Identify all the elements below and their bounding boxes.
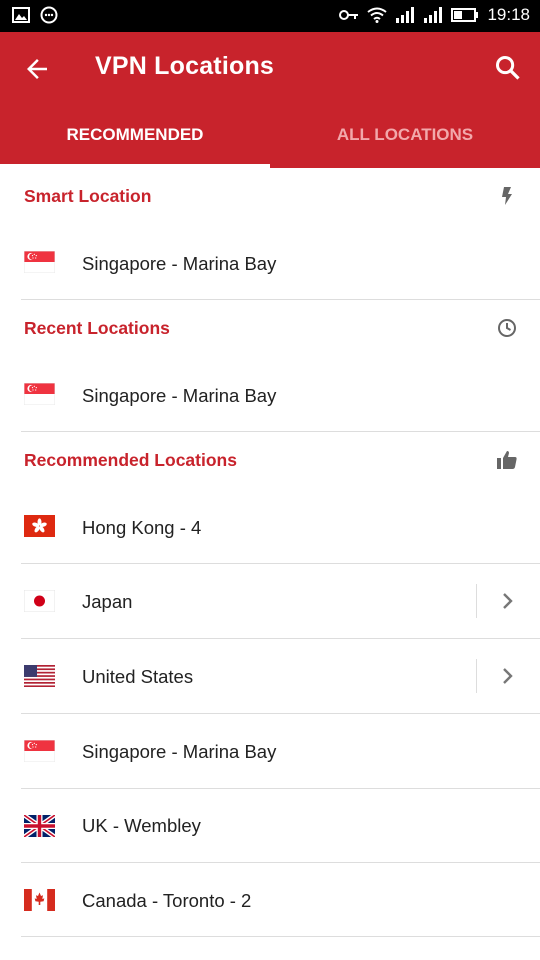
location-name: Japan: [82, 591, 133, 612]
tab-all-locations[interactable]: ALL LOCATIONS: [270, 125, 540, 145]
divider: [476, 584, 477, 618]
location-name: UK - Wembley: [82, 815, 201, 836]
clock-icon: [498, 319, 516, 337]
list-item[interactable]: Canada - Toronto - 2: [0, 863, 540, 937]
messenger-icon: [40, 6, 58, 24]
list-item[interactable]: UK - Wembley: [0, 789, 540, 863]
uk-flag: [24, 815, 55, 837]
tab-recommended[interactable]: RECOMMENDED: [0, 125, 270, 145]
singapore-flag: [24, 740, 55, 762]
location-name: Singapore - Marina Bay: [82, 253, 277, 274]
smart-location-header: Smart Location: [0, 168, 540, 228]
lightning-bolt-icon: [502, 187, 512, 205]
japan-flag: [24, 590, 55, 612]
recommended-locations-header: Recommended Locations: [0, 432, 540, 492]
list-item[interactable]: Singapore - Marina Bay: [0, 714, 540, 788]
image-icon: [12, 7, 30, 23]
clock-time: 19:18: [487, 5, 530, 24]
chevron-right-icon[interactable]: [500, 667, 516, 685]
singapore-flag: [24, 383, 55, 405]
location-name: Singapore - Marina Bay: [82, 385, 277, 406]
list-item[interactable]: Japan: [0, 564, 540, 638]
signal-icon: [396, 7, 415, 23]
location-name: Singapore - Marina Bay: [82, 741, 277, 762]
app-bar: VPN Locations RECOMMENDED ALL LOCATIONS: [0, 32, 540, 168]
arrow-back-icon[interactable]: [22, 54, 52, 84]
divider: [21, 936, 540, 937]
section-title: Recent Locations: [24, 318, 170, 338]
wifi-icon: [367, 7, 388, 23]
canada-flag: [24, 889, 55, 911]
location-name: United States: [82, 666, 194, 687]
usa-flag: [24, 665, 55, 687]
page-title: VPN Locations: [95, 52, 275, 80]
status-bar: 19:18: [0, 0, 540, 32]
section-title: Smart Location: [24, 186, 152, 206]
singapore-flag: [24, 251, 55, 273]
recent-locations-header: Recent Locations: [0, 300, 540, 360]
divider: [476, 659, 477, 693]
section-title: Recommended Locations: [24, 450, 237, 470]
location-name: Canada - Toronto - 2: [82, 890, 252, 911]
location-name: Hong Kong - 4: [82, 517, 202, 538]
list-item[interactable]: United States: [0, 639, 540, 713]
hong-kong-flag: [24, 515, 55, 537]
list-item[interactable]: Hong Kong - 4: [0, 492, 540, 564]
battery-icon: [451, 8, 479, 22]
chevron-right-icon[interactable]: [500, 592, 516, 610]
list-item[interactable]: Singapore - Marina Bay: [0, 360, 540, 432]
signal-icon: [424, 7, 443, 23]
vpn-key-icon: [339, 10, 359, 20]
list-item[interactable]: Singapore - Marina Bay: [0, 228, 540, 300]
thumbs-up-icon: [497, 451, 517, 469]
search-icon[interactable]: [494, 54, 522, 82]
